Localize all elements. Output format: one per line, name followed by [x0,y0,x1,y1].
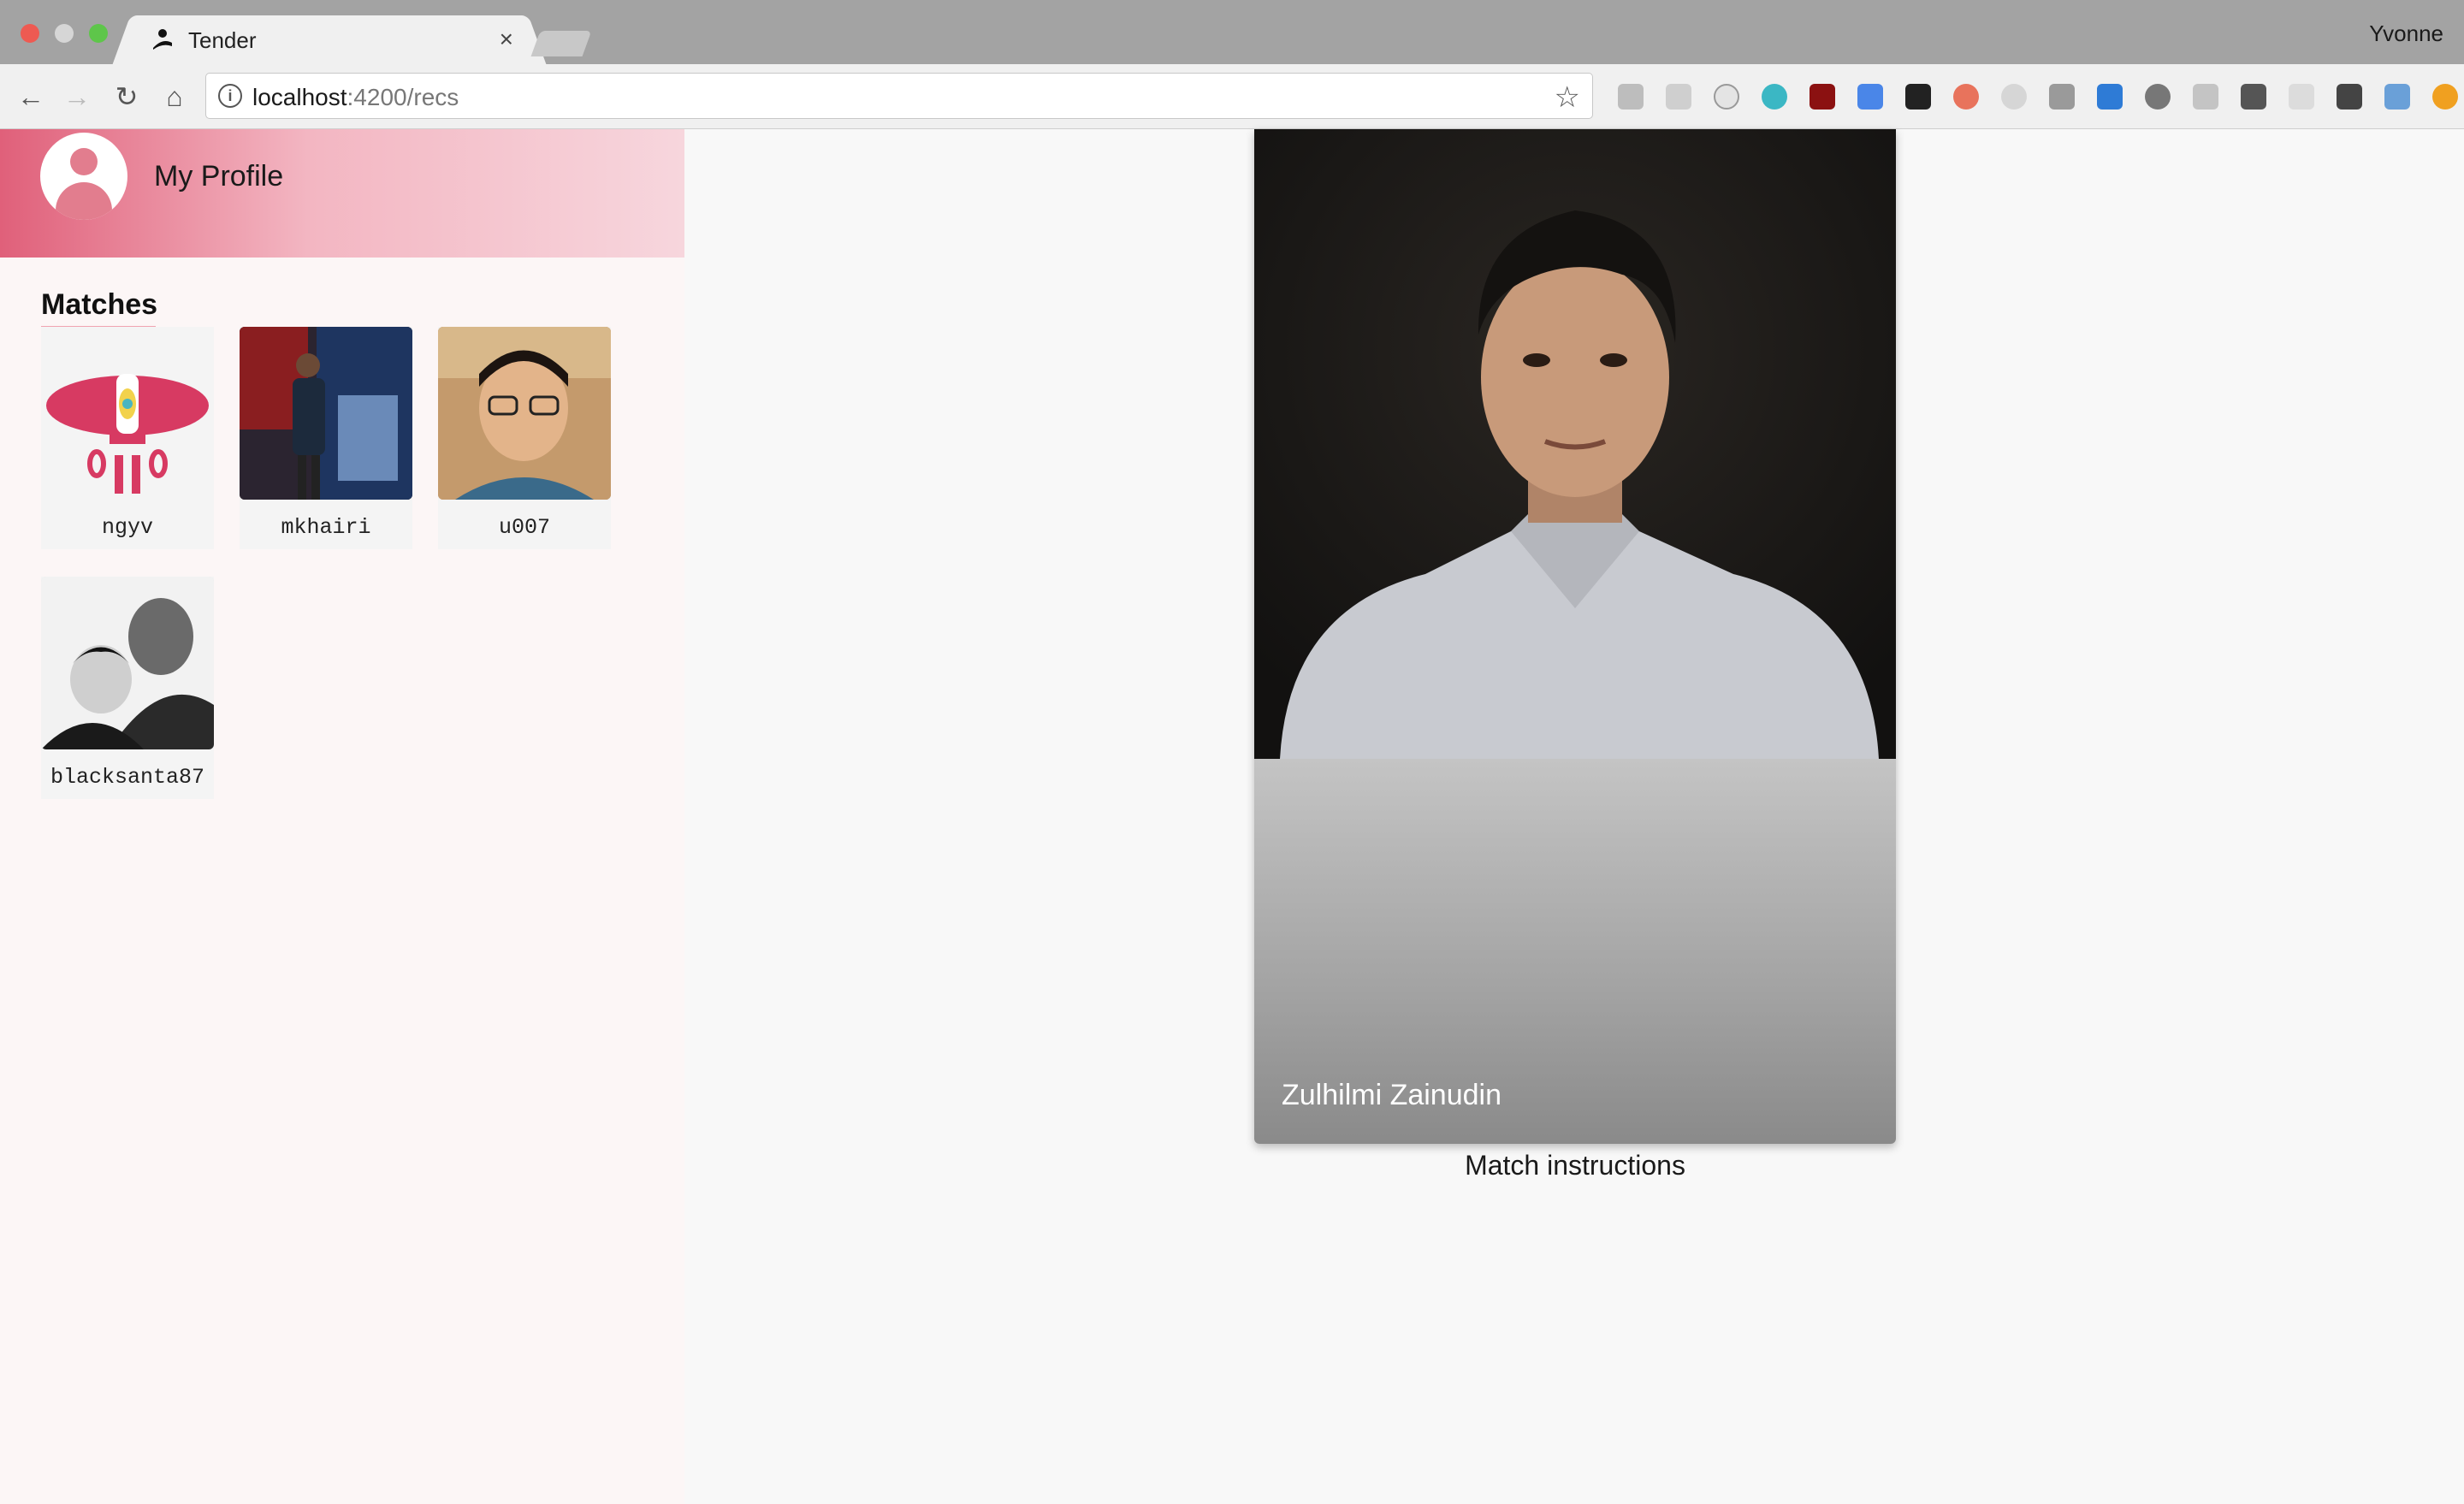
tab-title: Tender [188,27,257,53]
match-avatar[interactable] [438,327,611,500]
address-bar[interactable]: i localhost:4200/recs ☆ [205,73,1593,119]
recommendation-name: Zulhilmi Zainudin [1282,1079,1502,1111]
match-instructions-link[interactable]: Match instructions [1254,1150,1896,1181]
extension-icon[interactable] [2182,80,2230,114]
extension-icon[interactable] [1655,80,1703,114]
extension-icon[interactable] [2134,80,2182,114]
extension-icon[interactable] [2230,80,2277,114]
bookmark-star-icon[interactable]: ☆ [1555,80,1580,115]
tab-close-icon[interactable]: × [500,26,513,53]
match-username: ngyv [101,515,153,540]
close-window-button[interactable] [21,24,39,43]
avatar-icon[interactable] [40,133,127,220]
match-avatar[interactable] [41,577,214,749]
home-icon[interactable]: ⌂ [157,80,192,114]
my-profile-link[interactable]: My Profile [154,160,283,193]
extension-icon[interactable] [1703,80,1750,114]
maximize-window-button[interactable] [89,24,108,43]
match-username: u007 [498,515,550,540]
warning-icon[interactable] [2421,80,2464,114]
extension-icon[interactable] [2325,80,2373,114]
extension-icon[interactable] [2086,80,2134,114]
extension-icon[interactable] [1942,80,1990,114]
match-username: mkhairi [281,515,371,540]
sidebar: My Profile Matches ngyv mkhairi u007 bla… [0,129,684,1504]
recommendation-card[interactable]: Zulhilmi Zainudin [1254,129,1896,1144]
reload-icon[interactable]: ↻ [110,80,144,114]
extension-icon[interactable] [1894,80,1942,114]
url-path: :4200/recs [346,84,459,110]
ngyv-avatar-image [46,374,209,494]
url-host: localhost [252,84,347,110]
minimize-window-button[interactable] [55,24,74,43]
match-card[interactable]: u007 [438,327,611,549]
browser-profile-name[interactable]: Yvonne [2369,21,2443,47]
url-text[interactable]: localhost:4200/recs [252,84,459,111]
mkhairi-avatar-image [240,327,412,500]
match-username: blacksanta87 [50,765,205,790]
blacksanta87-avatar-image [41,577,214,749]
extension-icon[interactable] [1846,80,1894,114]
match-card[interactable]: blacksanta87 [41,577,214,799]
match-avatar[interactable] [41,327,214,500]
info-icon[interactable]: i [218,84,242,108]
extensions-bar [1607,80,2464,114]
recommendation-photo[interactable] [1254,129,1896,759]
u007-avatar-image [438,327,611,500]
extension-icon[interactable] [1990,80,2038,114]
back-icon[interactable]: ← [14,80,48,114]
match-card[interactable]: ngyv [41,327,214,549]
person-photo-image [1254,129,1896,759]
extension-icon[interactable] [2038,80,2086,114]
browser-titlebar: Tender × Yvonne [0,0,2464,64]
forward-icon[interactable]: → [60,80,94,114]
extension-icon[interactable] [1607,80,1655,114]
extension-icon[interactable] [2277,80,2325,114]
match-card[interactable]: mkhairi [240,327,412,549]
my-profile-header[interactable]: My Profile [0,129,684,258]
matches-heading: Matches [41,288,158,321]
browser-tab[interactable]: Tender × [137,15,522,64]
new-tab-button[interactable] [530,31,592,56]
extension-icon[interactable] [1750,80,1798,114]
extension-icon[interactable] [2373,80,2421,114]
ublock-icon[interactable] [1798,80,1846,114]
match-avatar[interactable] [240,327,412,500]
tender-favicon-icon [153,29,172,50]
browser-toolbar: ← → ↻ ⌂ i localhost:4200/recs ☆ [0,64,2464,129]
